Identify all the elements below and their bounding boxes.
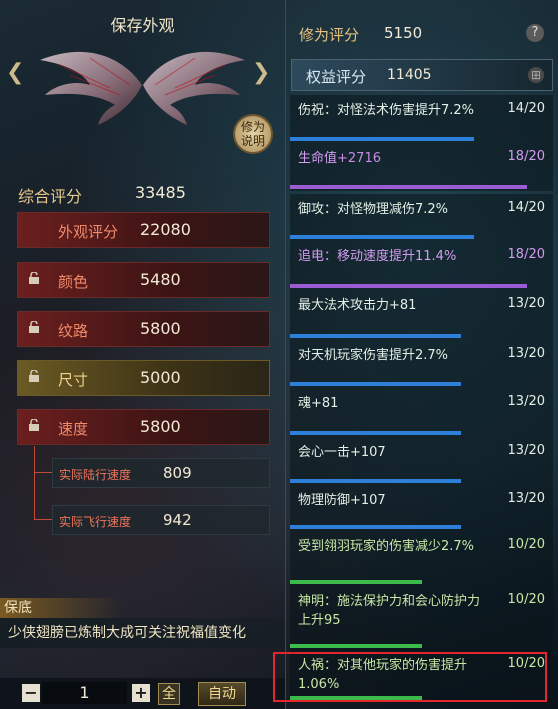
attribute-name: 伤祝：对怪法术伤害提升7.2% <box>298 103 475 118</box>
attribute-row: 魂+81 13/20 <box>290 388 553 437</box>
appearance-score-label: 外观评分 <box>58 223 119 241</box>
appearance-score-value: 22080 <box>140 220 191 239</box>
attribute-row: 最大法术攻击力+81 13/20 <box>290 290 553 340</box>
auto-button[interactable]: 自动 <box>198 682 246 706</box>
attribute-progress-bar <box>290 185 527 189</box>
cultivation-score-value: 5150 <box>384 24 423 42</box>
attribute-level: 13/20 <box>507 491 545 506</box>
right-panel: 修为评分 5150 ? 权益评分 11405 ⊞ 伤祝：对怪法术伤害提升7.2%… <box>285 0 558 709</box>
minus-button[interactable]: − <box>22 684 40 702</box>
attribute-name-bonus: +2716 <box>337 151 381 166</box>
attribute-row: 神明：施法保护力和会心防护力上升95 10/20 <box>290 586 553 650</box>
benefit-score-value: 11405 <box>387 67 432 83</box>
attribute-level: 18/20 <box>507 247 545 262</box>
attribute-name: 会心一击+107 <box>298 445 386 460</box>
benefit-score-bar: 权益评分 11405 ⊞ <box>291 59 553 91</box>
appearance-score-row: 外观评分 22080 <box>17 212 270 248</box>
fly-speed-label: 实际飞行速度 <box>59 515 132 529</box>
attribute-row: 伤祝：对怪法术伤害提升7.2% 14/20 <box>290 95 553 143</box>
wings-preview-image <box>40 51 245 126</box>
attribute-name: 对天机玩家伤害提升2.7% <box>298 348 449 363</box>
attribute-progress-bar <box>290 137 475 141</box>
attribute-row: 生命值+2716 18/20 <box>290 143 553 191</box>
speed-label: 速度 <box>58 420 89 438</box>
unlock-icon[interactable] <box>28 370 40 382</box>
attribute-progress-bar <box>290 235 475 239</box>
plus-button[interactable]: + <box>132 684 150 702</box>
pattern-row[interactable]: 纹路 5800 <box>17 311 270 347</box>
benefit-detail-icon[interactable]: ⊞ <box>528 67 544 83</box>
quantity-bar: − 1 + 全 自动 <box>0 678 285 709</box>
speed-value: 5800 <box>140 417 181 436</box>
guarantee-tag: 保底 <box>0 598 120 618</box>
attribute-row: 物理防御+107 13/20 <box>290 485 553 531</box>
size-row[interactable]: 尺寸 5000 <box>17 360 270 396</box>
attribute-level: 13/20 <box>507 296 545 311</box>
attribute-row: 受到翎羽玩家的伤害减少2.7% 10/20 <box>290 531 553 586</box>
attribute-name: 神明：施法保护力和会心防护力上升95 <box>298 594 481 628</box>
pattern-value: 5800 <box>140 319 181 338</box>
attribute-name: 人祸：对其他玩家的伤害提升1.06% <box>298 658 468 692</box>
attribute-level: 10/20 <box>507 656 545 671</box>
attribute-level: 13/20 <box>507 443 545 458</box>
attribute-level: 18/20 <box>507 149 545 164</box>
attribute-progress-bar <box>290 644 422 648</box>
attribute-name: 受到翎羽玩家的伤害减少2.7% <box>298 539 475 554</box>
size-label: 尺寸 <box>58 371 89 389</box>
attribute-progress-bar <box>290 525 461 529</box>
attribute-row: 追电：移动速度提升11.4% 18/20 <box>290 241 553 290</box>
total-score-value: 33485 <box>135 183 186 202</box>
attribute-name: 魂+81 <box>298 396 339 411</box>
attribute-row: 会心一击+107 13/20 <box>290 437 553 485</box>
land-speed-row: 实际陆行速度 809 <box>52 458 270 488</box>
attribute-progress-bar <box>290 580 422 584</box>
help-icon[interactable]: ? <box>526 24 544 42</box>
land-speed-label: 实际陆行速度 <box>59 468 132 482</box>
land-speed-value: 809 <box>163 464 192 482</box>
unlock-icon[interactable] <box>28 272 40 284</box>
unlock-icon[interactable] <box>28 321 40 333</box>
attribute-row: 对天机玩家伤害提升2.7% 13/20 <box>290 340 553 388</box>
attribute-progress-bar <box>290 431 461 435</box>
attribute-row: 人祸：对其他玩家的伤害提升1.06% 10/20 <box>290 650 553 702</box>
max-quantity-button[interactable]: 全 <box>158 683 180 705</box>
cultivation-explain-button[interactable]: 修为说明 <box>233 114 273 154</box>
fly-speed-value: 942 <box>163 511 192 529</box>
attribute-progress-bar <box>290 696 422 700</box>
attribute-progress-bar <box>290 382 461 386</box>
attribute-name: 追电：移动速度提升11.4% <box>298 249 457 264</box>
attribute-name: 御攻：对怪物理减伤7.2% <box>298 202 449 217</box>
pattern-label: 纹路 <box>58 322 89 340</box>
color-row[interactable]: 颜色 5480 <box>17 262 270 298</box>
quantity-input[interactable]: 1 <box>42 682 127 704</box>
attribute-level: 10/20 <box>507 592 545 607</box>
attribute-level: 14/20 <box>507 200 545 215</box>
speed-tree-connector <box>34 446 53 520</box>
attribute-name-main: 生命值 <box>298 151 338 166</box>
attribute-level: 10/20 <box>507 537 545 552</box>
attribute-name: 物理防御+107 <box>298 493 386 508</box>
color-label: 颜色 <box>58 273 89 291</box>
attribute-progress-bar <box>290 479 461 483</box>
prev-arrow-icon[interactable]: ❮ <box>6 60 24 85</box>
benefit-score-label: 权益评分 <box>306 68 367 86</box>
notice-text: 少侠翅膀已炼制大成可关注祝福值变化 <box>0 618 285 648</box>
total-score-label: 综合评分 <box>18 187 83 206</box>
cultivation-score-label: 修为评分 <box>299 26 360 44</box>
unlock-icon[interactable] <box>28 419 40 431</box>
fly-speed-row: 实际飞行速度 942 <box>52 505 270 535</box>
attribute-row: 御攻：对怪物理减伤7.2% 14/20 <box>290 194 553 241</box>
color-value: 5480 <box>140 270 181 289</box>
attribute-progress-bar <box>290 334 461 338</box>
attribute-name: 生命值+2716 <box>298 149 488 168</box>
attribute-level: 14/20 <box>507 101 545 116</box>
attribute-name: 最大法术攻击力+81 <box>298 298 417 313</box>
left-panel: 保存外观 ❮ ❯ 修为说明 综合评分 33485 外观评分 22080 颜色 5… <box>0 0 285 709</box>
attribute-level: 13/20 <box>507 346 545 361</box>
attribute-progress-bar <box>290 284 527 288</box>
attribute-level: 13/20 <box>507 394 545 409</box>
size-value: 5000 <box>140 368 181 387</box>
speed-row[interactable]: 速度 5800 <box>17 409 270 445</box>
